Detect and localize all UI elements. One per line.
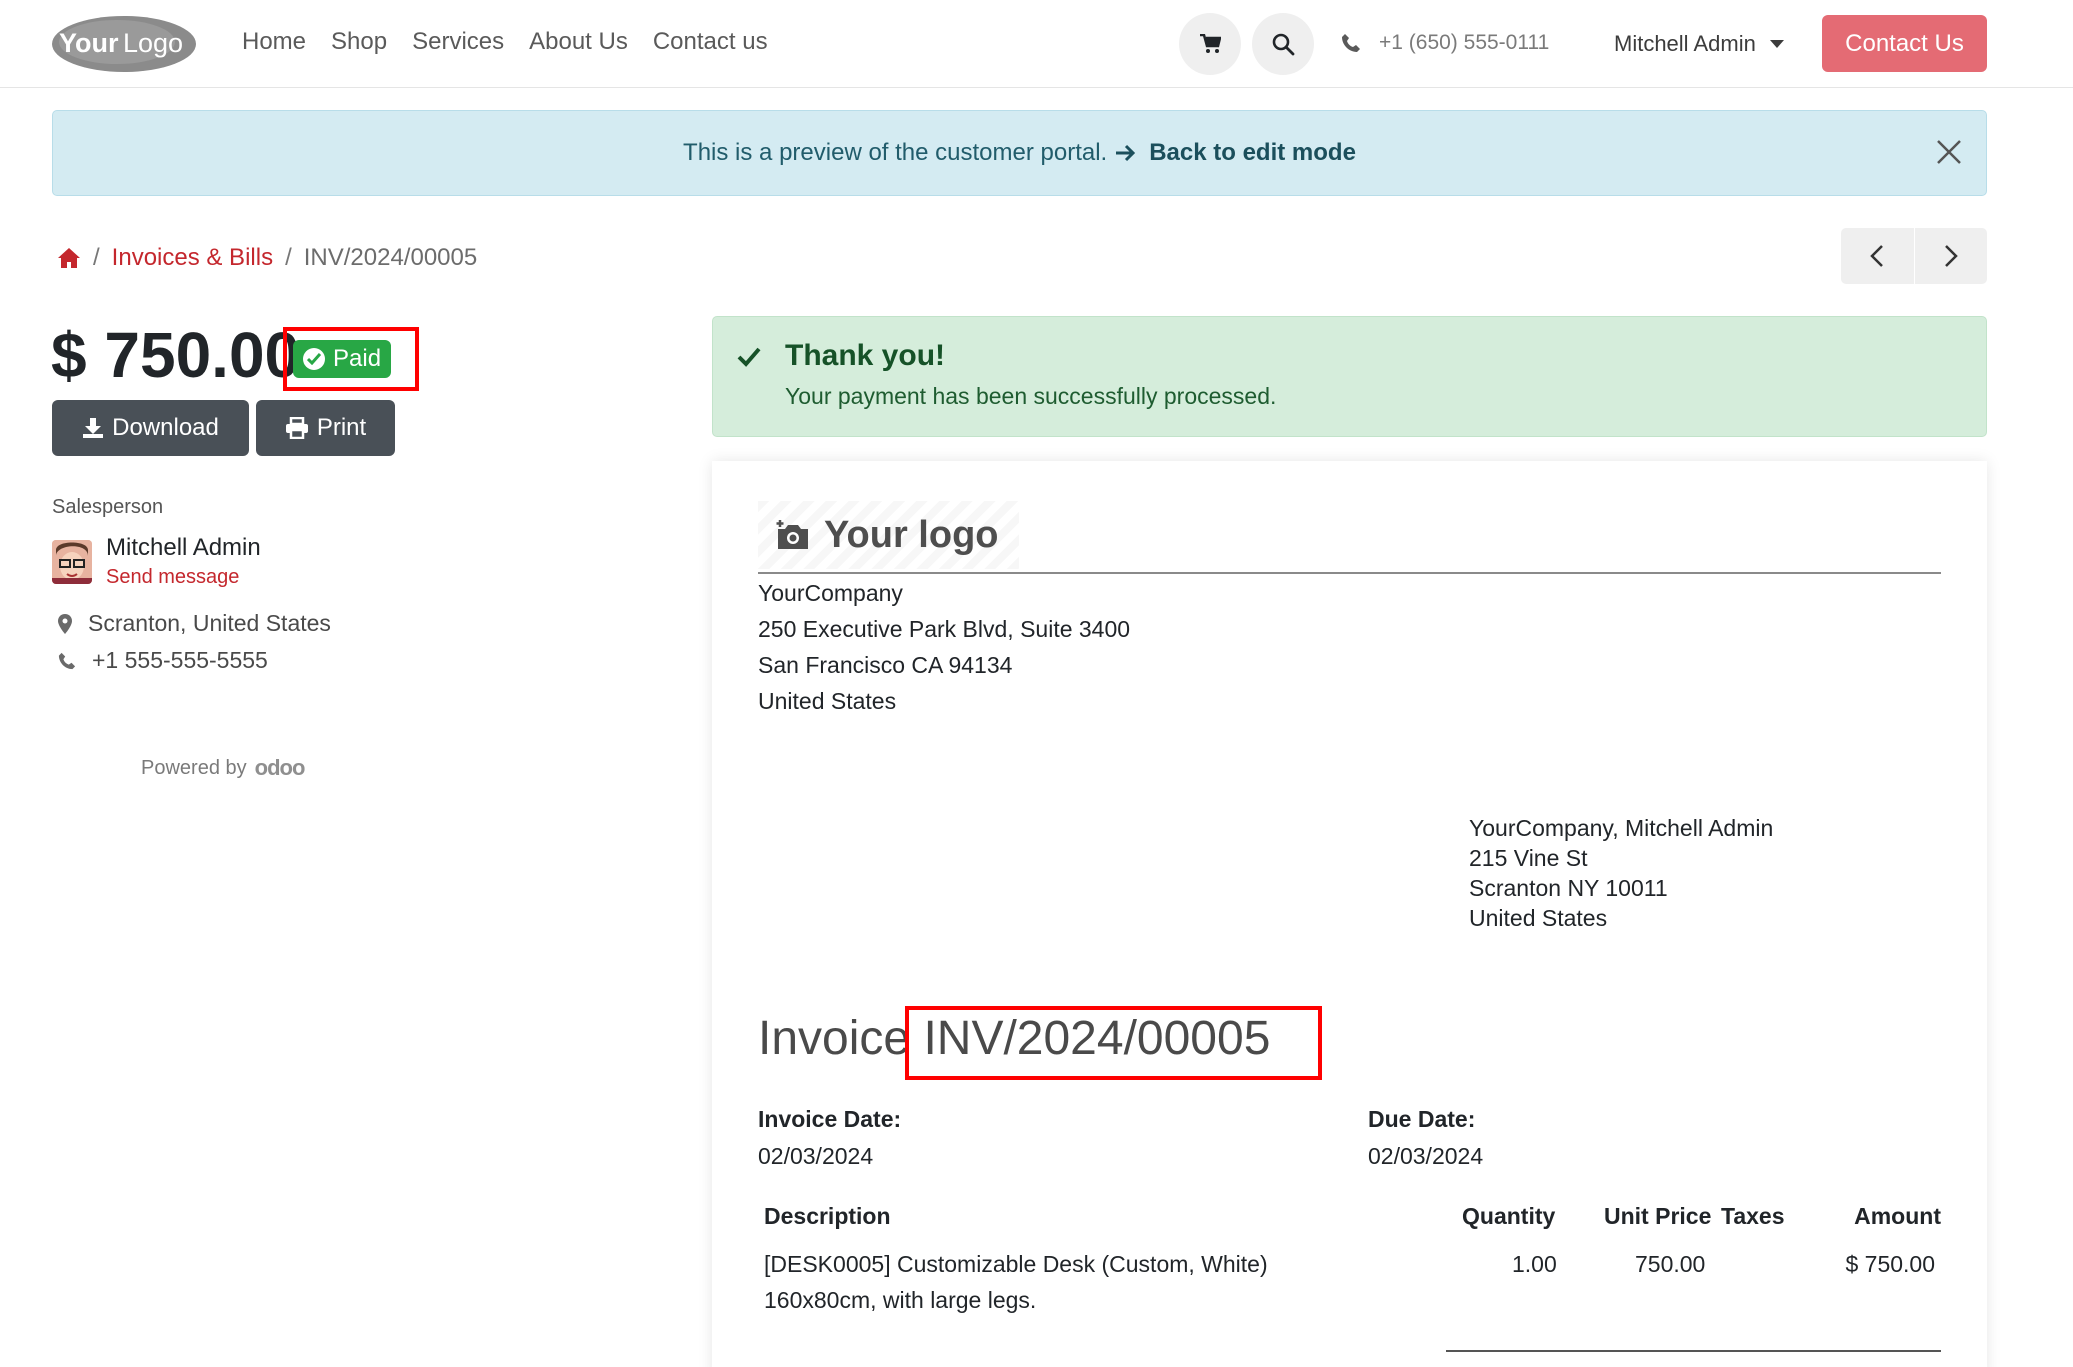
next-button[interactable] — [1915, 228, 1988, 284]
due-date-label: Due Date: — [1368, 1106, 1476, 1132]
print-label: Print — [316, 414, 367, 441]
print-icon — [285, 417, 308, 439]
salesperson-label: Salesperson — [52, 496, 164, 518]
home-icon[interactable] — [57, 247, 81, 269]
invoice-amount: $ 750.00 — [51, 319, 301, 391]
powered-by: Powered by odoo — [141, 755, 306, 781]
line-description: [DESK0005] Customizable Desk (Custom, Wh… — [764, 1251, 1268, 1277]
invoice-document: Your logo YourCompany 250 Executive Park… — [712, 461, 1987, 1367]
svg-text:Your: Your — [59, 28, 119, 58]
breadcrumb-separator: / — [285, 244, 292, 271]
header-divider — [758, 572, 1941, 574]
cart-icon — [1200, 34, 1221, 53]
back-to-edit-label: Back to edit mode — [1149, 139, 1356, 166]
highlight-box — [905, 1006, 1322, 1080]
download-label: Download — [112, 414, 219, 441]
breadcrumb: / Invoices & Bills / INV/2024/00005 — [57, 244, 477, 272]
totals-divider — [1446, 1350, 1941, 1352]
arrow-right-icon — [1116, 144, 1136, 162]
contact-us-button[interactable]: Contact Us — [1822, 15, 1987, 72]
invoice-logo-text: Your logo — [824, 513, 999, 556]
company-address: YourCompany 250 Executive Park Blvd, Sui… — [758, 575, 1130, 719]
due-date: 02/03/2024 — [1368, 1143, 1484, 1169]
check-icon — [737, 347, 761, 367]
odoo-logo[interactable]: odoo — [255, 755, 306, 781]
search-icon — [1272, 33, 1295, 56]
breadcrumb-current: INV/2024/00005 — [303, 244, 478, 271]
nav-about-us[interactable]: About Us — [529, 28, 628, 56]
location-text: Scranton, United States — [88, 610, 331, 636]
nav-home[interactable]: Home — [242, 28, 306, 56]
company-name: YourCompany — [758, 580, 903, 606]
camera-icon — [776, 520, 808, 549]
nav-contact-us[interactable]: Contact us — [653, 28, 768, 56]
header-phone-number: +1 (650) 555-0111 — [1379, 31, 1550, 54]
customer-country: United States — [1469, 905, 1608, 931]
line-quantity: 1.00 — [1512, 1251, 1557, 1277]
invoice-date: 02/03/2024 — [758, 1143, 874, 1169]
invoice-logo: Your logo — [758, 501, 1019, 569]
customer-name: YourCompany, Mitchell Admin — [1469, 815, 1774, 841]
nav-services[interactable]: Services — [412, 28, 504, 56]
powered-by-label: Powered by — [141, 756, 247, 779]
column-quantity: Quantity — [1462, 1203, 1556, 1229]
site-logo[interactable]: Your Logo — [51, 14, 197, 74]
column-amount: Amount — [1854, 1203, 1941, 1229]
map-marker-icon — [58, 613, 72, 634]
alert-message: Your payment has been successfully proce… — [785, 383, 1277, 409]
customer-address: YourCompany, Mitchell Admin 215 Vine St … — [1469, 813, 1773, 933]
invoice-date-label: Invoice Date: — [758, 1106, 902, 1132]
line-amount: $ 750.00 — [1845, 1251, 1935, 1277]
phone-icon — [58, 652, 76, 669]
column-description: Description — [764, 1203, 891, 1229]
company-city: San Francisco CA 94134 — [758, 652, 1013, 678]
customer-city: Scranton NY 10011 — [1469, 875, 1668, 901]
preview-banner: This is a preview of the customer portal… — [52, 110, 1987, 196]
column-taxes: Taxes — [1721, 1203, 1785, 1229]
download-icon — [83, 418, 104, 438]
chevron-left-icon — [1870, 245, 1884, 267]
line-description-detail: 160x80cm, with large legs. — [764, 1287, 1037, 1313]
print-button[interactable]: Print — [256, 400, 395, 456]
preview-banner-text: This is a preview of the customer portal… — [683, 139, 1108, 166]
phone-text: +1 555-555-5555 — [92, 647, 268, 673]
avatar — [52, 540, 92, 584]
user-menu[interactable]: Mitchell Admin — [1614, 31, 1784, 57]
customer-street: 215 Vine St — [1469, 845, 1588, 871]
header-phone[interactable]: +1 (650) 555-0111 — [1341, 31, 1549, 55]
chevron-right-icon — [1944, 245, 1958, 267]
cart-button[interactable] — [1179, 13, 1241, 75]
column-unit-price: Unit Price — [1604, 1203, 1712, 1229]
back-to-edit-link[interactable]: Back to edit mode — [1115, 139, 1356, 167]
breadcrumb-separator: / — [93, 244, 100, 271]
close-icon[interactable] — [1934, 137, 1964, 167]
company-country: United States — [758, 688, 897, 714]
chevron-down-icon — [1769, 40, 1784, 48]
line-unit-price: 750.00 — [1635, 1251, 1706, 1277]
record-pager — [1841, 228, 1987, 284]
main-menu: Home Shop Services About Us Contact us — [242, 28, 768, 56]
search-button[interactable] — [1252, 13, 1314, 75]
salesperson-name: Mitchell Admin — [106, 534, 261, 561]
payment-success-alert: Thank you! Your payment has been success… — [712, 316, 1987, 437]
nav-shop[interactable]: Shop — [331, 28, 387, 56]
salesperson-phone: +1 555-555-5555 — [58, 647, 268, 674]
alert-title: Thank you! — [785, 339, 946, 372]
company-street: 250 Executive Park Blvd, Suite 3400 — [758, 616, 1131, 642]
top-navbar: Your Logo Home Shop Services About Us Co… — [0, 0, 2073, 88]
svg-text:Logo: Logo — [123, 28, 183, 58]
highlight-box — [283, 327, 419, 391]
send-message-link[interactable]: Send message — [106, 566, 239, 589]
download-button[interactable]: Download — [52, 400, 249, 456]
previous-button[interactable] — [1841, 228, 1915, 284]
user-name: Mitchell Admin — [1614, 31, 1756, 56]
invoice-heading-prefix: Invoice — [758, 1012, 911, 1065]
breadcrumb-invoices[interactable]: Invoices & Bills — [112, 244, 273, 272]
phone-icon — [1342, 34, 1360, 52]
salesperson-location: Scranton, United States — [58, 610, 331, 637]
